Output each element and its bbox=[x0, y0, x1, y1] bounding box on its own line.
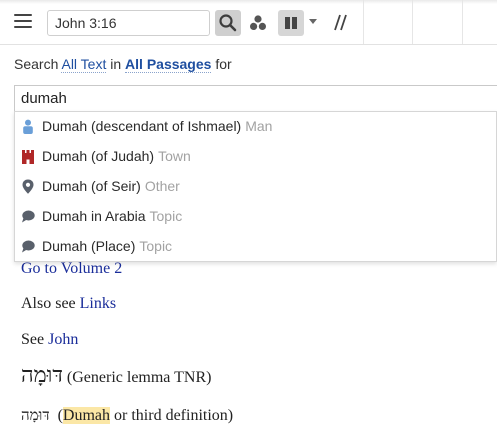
volume-link[interactable]: Go to Volume 2 bbox=[21, 260, 122, 278]
in-word: in bbox=[110, 56, 122, 72]
all-text-link[interactable]: All Text bbox=[61, 56, 107, 73]
volume-link-text[interactable]: Go to Volume 2 bbox=[21, 260, 122, 277]
search-prefix: Search bbox=[14, 56, 59, 72]
toolbar-divider bbox=[363, 0, 364, 44]
suggestion-label: Dumah (of Judah) bbox=[42, 148, 155, 164]
chevron-down-icon[interactable] bbox=[309, 19, 317, 24]
search-suffix: for bbox=[215, 56, 232, 72]
suggestion-item[interactable]: Dumah (Place) Topic bbox=[15, 232, 496, 262]
search-input[interactable] bbox=[14, 85, 497, 112]
toolbar-divider bbox=[462, 0, 463, 44]
toolbar-divider bbox=[412, 0, 413, 44]
also-see-prefix: Also see bbox=[21, 295, 76, 312]
suggestion-type: Topic bbox=[149, 208, 183, 224]
hebrew-lemma: דּוּמָה bbox=[21, 363, 63, 388]
castle-icon bbox=[22, 150, 34, 164]
suggestion-type: Other bbox=[144, 178, 180, 194]
suggestion-type: Town bbox=[158, 148, 191, 164]
see-prefix: See bbox=[21, 331, 45, 348]
also-see-line: Also see Links bbox=[21, 295, 116, 313]
lemma-note: (Generic lemma TNR) bbox=[66, 369, 212, 386]
search-icon bbox=[219, 14, 237, 32]
map-pin-icon bbox=[22, 179, 34, 194]
links-link[interactable]: Links bbox=[80, 295, 116, 312]
suggestion-label: Dumah (of Seir) bbox=[42, 178, 141, 194]
lemma-line: דּוּמָה (Generic lemma TNR) bbox=[21, 362, 211, 388]
three-circles-icon[interactable] bbox=[249, 14, 267, 32]
search-button[interactable] bbox=[215, 10, 241, 36]
parallel-lines-icon[interactable] bbox=[331, 12, 349, 32]
highlighted-term: Dumah bbox=[62, 407, 111, 424]
person-icon bbox=[23, 119, 33, 134]
toolbar bbox=[0, 0, 497, 45]
hebrew-definition: דּוּמָה bbox=[21, 406, 50, 424]
definition-line: דּוּמָה (Dumah or third definition) bbox=[21, 406, 233, 425]
reference-input[interactable] bbox=[47, 10, 210, 36]
john-link[interactable]: John bbox=[48, 331, 78, 348]
hamburger-menu-icon[interactable] bbox=[14, 14, 32, 30]
split-view-button[interactable] bbox=[278, 10, 304, 36]
all-passages-link[interactable]: All Passages bbox=[125, 56, 212, 73]
suggestion-label: Dumah in Arabia bbox=[42, 208, 146, 224]
suggestion-item[interactable]: Dumah (of Judah) Town bbox=[15, 142, 496, 172]
search-scope-line: Search All Text in All Passages for bbox=[14, 56, 232, 73]
suggestion-label: Dumah (Place) bbox=[42, 238, 136, 254]
definition-rest: or third definition) bbox=[114, 407, 234, 424]
speech-bubble-icon bbox=[22, 210, 35, 223]
suggestion-type: Man bbox=[245, 118, 273, 134]
toolbar-shadow bbox=[0, 0, 497, 4]
suggestion-label: Dumah (descendant of Ishmael) bbox=[42, 118, 242, 134]
suggestion-item[interactable]: Dumah (descendant of Ishmael) Man bbox=[15, 112, 496, 142]
suggestion-dropdown: Dumah (descendant of Ishmael) Man Dumah (… bbox=[14, 111, 497, 262]
suggestion-type: Topic bbox=[139, 238, 173, 254]
see-line: See John bbox=[21, 331, 78, 349]
suggestion-item[interactable]: Dumah (of Seir) Other bbox=[15, 172, 496, 202]
columns-icon bbox=[285, 17, 297, 29]
suggestion-item[interactable]: Dumah in Arabia Topic bbox=[15, 202, 496, 232]
speech-bubble-icon bbox=[22, 240, 35, 253]
